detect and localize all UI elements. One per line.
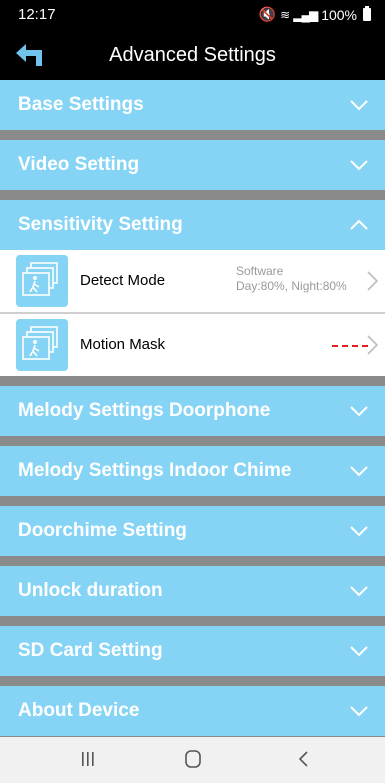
chevron-down-icon [350,586,368,597]
battery-icon [363,6,371,21]
section-unlock-duration[interactable]: Unlock duration [0,566,385,616]
section-melody-doorphone[interactable]: Melody Settings Doorphone [0,386,385,436]
section-separator [0,130,385,140]
system-nav-bar [0,737,385,783]
section-sd-card-setting[interactable]: SD Card Setting [0,626,385,676]
chevron-down-icon [350,100,368,111]
wifi-icon: ≋ [280,7,290,22]
chevron-right-icon [367,335,379,355]
section-video-setting[interactable]: Video Setting [0,140,385,190]
section-separator [0,190,385,200]
item-label: Motion Mask [80,336,166,353]
section-label: Sensitivity Setting [18,214,183,235]
battery-percent: 100% [321,6,357,23]
chevron-down-icon [350,526,368,537]
page-title: Advanced Settings [109,44,276,66]
section-separator [0,556,385,566]
app-header: Advanced Settings [0,30,385,80]
detect-mode-row[interactable]: Detect Mode Software Day:80%, Night:80% [0,250,385,312]
motion-mask-icon [16,319,68,371]
section-label: Melody Settings Doorphone [18,400,271,421]
status-bar: 12:17 🔇 ≋ ▂▄▆ 100% [0,0,385,30]
motion-mask-row[interactable]: Motion Mask [0,314,385,376]
chevron-up-icon [350,219,368,230]
chevron-down-icon [350,406,368,417]
section-separator [0,436,385,446]
status-time: 12:17 [18,6,56,23]
section-label: Base Settings [18,94,144,115]
back-icon[interactable] [297,749,311,769]
recent-apps-icon[interactable] [80,749,96,769]
red-dashed-annotation [332,345,368,347]
chevron-right-icon [367,271,379,291]
section-label: Melody Settings Indoor Chime [18,460,292,481]
section-label: Video Setting [18,154,140,175]
value-line-1: Software [236,264,284,278]
section-doorchime-setting[interactable]: Doorchime Setting [0,506,385,556]
status-icons: 🔇 ≋ ▂▄▆ 100% [259,6,371,23]
section-label: SD Card Setting [18,640,163,661]
section-separator [0,376,385,386]
section-label: Doorchime Setting [18,520,187,541]
section-separator [0,496,385,506]
section-sensitivity-setting[interactable]: Sensitivity Setting [0,200,385,250]
item-label: Detect Mode [80,272,166,289]
mute-icon: 🔇 [258,6,277,22]
settings-list: Base Settings Video Setting Sensitivity … [0,80,385,736]
value-line-2: Day:80%, Night:80% [236,279,347,293]
section-separator [0,676,385,686]
chevron-down-icon [350,706,368,717]
section-separator [0,616,385,626]
chevron-down-icon [350,160,368,171]
motion-detect-icon [16,255,68,307]
section-label: Unlock duration [18,580,163,601]
section-melody-indoor-chime[interactable]: Melody Settings Indoor Chime [0,446,385,496]
signal-icon: ▂▄▆ [293,7,318,22]
chevron-down-icon [350,646,368,657]
section-label: About Device [18,700,140,721]
section-about-device[interactable]: About Device [0,686,385,736]
chevron-down-icon [350,466,368,477]
home-icon[interactable] [183,749,203,769]
section-base-settings[interactable]: Base Settings [0,80,385,130]
detect-mode-value: Software Day:80%, Night:80% [236,264,347,294]
